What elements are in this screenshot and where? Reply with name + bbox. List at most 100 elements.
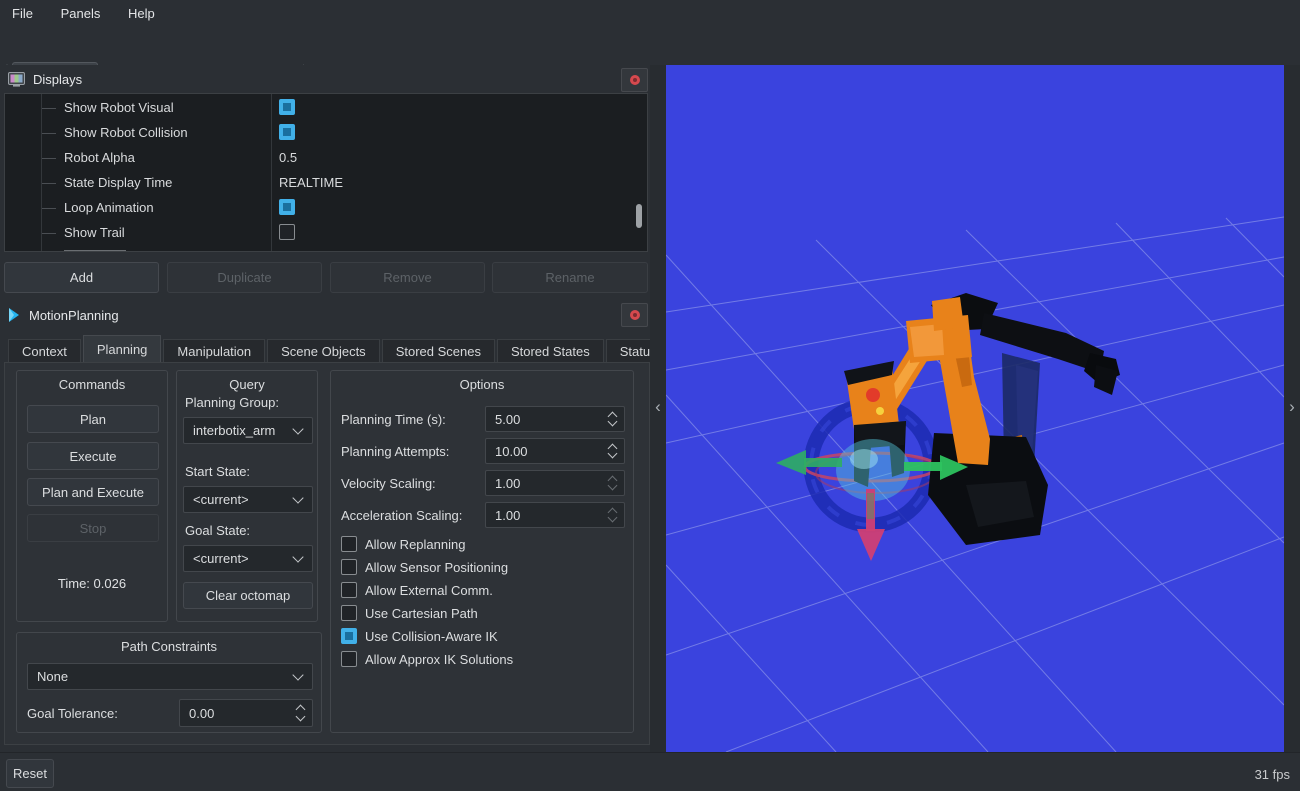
checkbox[interactable] — [341, 628, 357, 644]
displays-scrollbar[interactable] — [636, 204, 642, 228]
checkbox-label: Allow Sensor Positioning — [365, 560, 508, 575]
checkbox[interactable] — [341, 559, 357, 575]
displays-close-button[interactable] — [621, 68, 648, 92]
property-row-clipped — [5, 246, 635, 252]
close-icon — [630, 310, 640, 320]
allow-replanning-checkbox-row[interactable]: Allow Replanning — [341, 536, 465, 552]
motionplanning-icon — [8, 307, 21, 323]
clear-octomap-button[interactable]: Clear octomap — [183, 582, 313, 609]
remove-display-button[interactable]: Remove — [330, 262, 485, 293]
property-row[interactable]: Show Robot Collision — [5, 121, 635, 146]
tab-context[interactable]: Context — [8, 339, 81, 362]
menu-bar: File Panels Help — [0, 0, 1300, 30]
duplicate-display-button[interactable]: Duplicate — [167, 262, 322, 293]
property-row[interactable]: Show Trail — [5, 221, 635, 246]
query-groupbox: Query Planning Group: interbotix_arm Sta… — [176, 370, 318, 622]
property-label: State Display Time — [64, 175, 172, 190]
property-row[interactable]: State Display Time REALTIME — [5, 171, 635, 196]
motionplanning-panel-title: MotionPlanning — [29, 308, 119, 323]
property-label: Loop Animation — [64, 200, 154, 215]
chevron-down-icon — [292, 669, 303, 680]
use-cartesian-path-checkbox-row[interactable]: Use Cartesian Path — [341, 605, 478, 621]
property-checkbox[interactable] — [279, 199, 295, 215]
left-splitter[interactable]: ‹ — [650, 65, 666, 752]
options-groupbox: Options Planning Time (s): 5.00 Planning… — [330, 370, 634, 733]
collapse-left-icon[interactable]: ‹ — [650, 397, 666, 417]
goal-tolerance-spinbox[interactable]: 0.00 — [179, 699, 313, 727]
execute-button[interactable]: Execute — [27, 442, 159, 470]
property-label: Robot Alpha — [64, 150, 135, 165]
tab-stored-scenes[interactable]: Stored Scenes — [382, 339, 495, 362]
velocity-scaling-value: 1.00 — [495, 476, 624, 491]
allow-approx-ik-checkbox-row[interactable]: Allow Approx IK Solutions — [341, 651, 513, 667]
toolbar: Interact Move Camera Select + − — [0, 29, 1300, 65]
property-row[interactable]: Show Robot Visual — [5, 96, 635, 121]
acceleration-scaling-label: Acceleration Scaling: — [341, 508, 462, 523]
commands-title: Commands — [17, 377, 167, 392]
checkbox[interactable] — [341, 605, 357, 621]
tab-planning[interactable]: Planning — [83, 335, 162, 362]
start-state-combobox[interactable]: <current> — [183, 486, 313, 513]
rename-display-button[interactable]: Rename — [492, 262, 648, 293]
goal-state-label: Goal State: — [185, 523, 250, 538]
checkbox[interactable] — [341, 582, 357, 598]
checkbox[interactable] — [341, 651, 357, 667]
planning-attempts-spinbox[interactable]: 10.00 — [485, 438, 625, 464]
plan-and-execute-button[interactable]: Plan and Execute — [27, 478, 159, 506]
fps-counter: 31 fps — [1255, 767, 1290, 782]
planning-attempts-value: 10.00 — [495, 444, 624, 459]
right-splitter[interactable]: › — [1284, 65, 1300, 752]
goal-state-combobox[interactable]: <current> — [183, 545, 313, 572]
property-checkbox[interactable] — [279, 224, 295, 240]
displays-monitor-icon — [8, 72, 25, 87]
use-collision-aware-ik-checkbox-row[interactable]: Use Collision-Aware IK — [341, 628, 498, 644]
stop-button[interactable]: Stop — [27, 514, 159, 542]
planning-time-value: 5.00 — [495, 412, 624, 427]
start-state-label: Start State: — [185, 464, 250, 479]
velocity-scaling-spinbox[interactable]: 1.00 — [485, 470, 625, 496]
chevron-down-icon — [292, 551, 303, 562]
displays-property-list[interactable]: Show Robot Visual Show Robot Collision R… — [4, 93, 648, 252]
plan-button[interactable]: Plan — [27, 405, 159, 433]
motionplanning-close-button[interactable] — [621, 303, 648, 327]
planning-time-spinbox[interactable]: 5.00 — [485, 406, 625, 432]
path-constraints-groupbox: Path Constraints None Goal Tolerance: 0.… — [16, 632, 322, 733]
planning-group-label: Planning Group: — [185, 395, 279, 410]
add-display-button[interactable]: Add — [4, 262, 159, 293]
tab-manipulation[interactable]: Manipulation — [163, 339, 265, 362]
property-label: Show Robot Collision — [64, 125, 188, 140]
allow-sensor-positioning-checkbox-row[interactable]: Allow Sensor Positioning — [341, 559, 508, 575]
goal-tolerance-label: Goal Tolerance: — [27, 706, 118, 721]
tab-stored-states[interactable]: Stored States — [497, 339, 604, 362]
checkbox[interactable] — [341, 536, 357, 552]
collapse-right-icon[interactable]: › — [1284, 397, 1300, 417]
planning-group-combobox[interactable]: interbotix_arm — [183, 417, 313, 444]
commands-groupbox: Commands Plan Execute Plan and Execute S… — [16, 370, 168, 622]
goal-tolerance-value: 0.00 — [189, 706, 312, 721]
checkbox-label: Allow External Comm. — [365, 583, 493, 598]
menu-help[interactable]: Help — [116, 0, 167, 29]
3d-viewport[interactable] — [666, 65, 1284, 752]
property-row[interactable]: Robot Alpha 0.5 — [5, 146, 635, 171]
menu-panels[interactable]: Panels — [49, 0, 113, 29]
property-value[interactable]: 0.5 — [279, 150, 297, 165]
property-checkbox[interactable] — [279, 124, 295, 140]
acceleration-scaling-value: 1.00 — [495, 508, 624, 523]
allow-external-comm-checkbox-row[interactable]: Allow External Comm. — [341, 582, 493, 598]
menu-file[interactable]: File — [0, 0, 45, 29]
displays-panel-title: Displays — [33, 72, 82, 87]
checkbox-label: Allow Approx IK Solutions — [365, 652, 513, 667]
query-title: Query — [177, 377, 317, 392]
acceleration-scaling-spinbox[interactable]: 1.00 — [485, 502, 625, 528]
reset-button[interactable]: Reset — [6, 759, 54, 788]
path-constraints-value: None — [37, 669, 68, 684]
property-value[interactable]: REALTIME — [279, 175, 343, 190]
tab-scene-objects[interactable]: Scene Objects — [267, 339, 380, 362]
planning-attempts-label: Planning Attempts: — [341, 444, 449, 459]
path-constraints-title: Path Constraints — [17, 639, 321, 654]
property-label: Show Trail — [64, 225, 125, 240]
property-checkbox[interactable] — [279, 99, 295, 115]
checkbox-label: Use Cartesian Path — [365, 606, 478, 621]
property-row[interactable]: Loop Animation — [5, 196, 635, 221]
path-constraints-combobox[interactable]: None — [27, 663, 313, 690]
